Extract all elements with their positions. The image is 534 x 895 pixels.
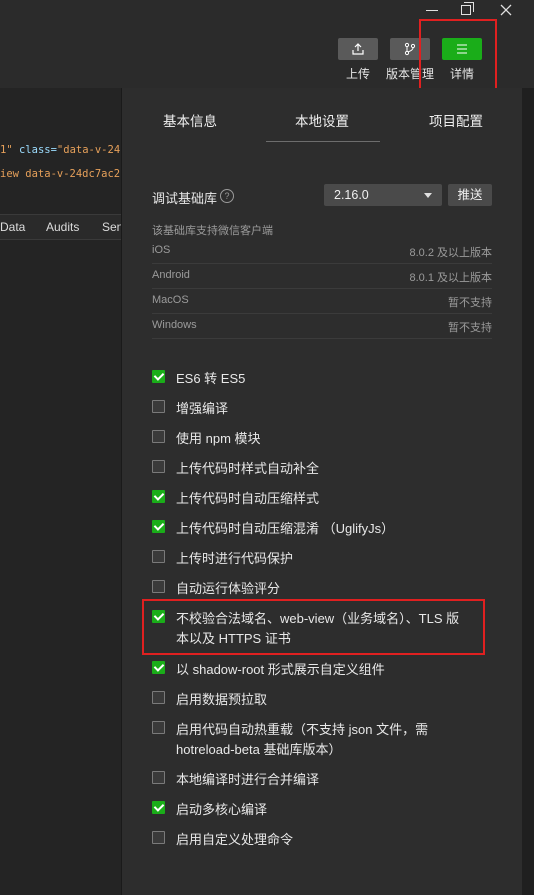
minimize-icon[interactable] xyxy=(420,0,444,20)
client-row-windows: Windows 暂不支持 xyxy=(152,313,492,339)
checkbox[interactable] xyxy=(152,430,165,443)
right-gutter xyxy=(522,88,534,895)
devtools-panel: 1" class="data-v-24 iew data-v-24dc7ac2"… xyxy=(0,88,121,895)
checkbox[interactable] xyxy=(152,801,165,814)
checkbox[interactable] xyxy=(152,520,165,533)
branch-icon xyxy=(404,42,416,56)
checkbox[interactable] xyxy=(152,831,165,844)
highlight-box-details xyxy=(419,19,497,95)
code-line-1: 1" class="data-v-24 xyxy=(0,144,121,156)
client-row-macos: MacOS 暂不支持 xyxy=(152,288,492,314)
client-row-ios: iOS 8.0.2 及以上版本 xyxy=(152,238,492,264)
tab-data[interactable]: Data xyxy=(0,220,25,234)
restore-icon[interactable] xyxy=(456,0,480,20)
checkbox[interactable] xyxy=(152,691,165,704)
tab-audits[interactable]: Audits xyxy=(46,220,79,234)
checkbox[interactable] xyxy=(152,661,165,674)
code-line-2: iew data-v-24dc7ac2" xyxy=(0,168,121,180)
help-icon[interactable]: ? xyxy=(220,189,234,203)
lib-version-select[interactable]: 2.16.0 xyxy=(324,184,442,206)
upload-label: 上传 xyxy=(346,67,371,81)
checkbox[interactable] xyxy=(152,580,165,593)
tab-basic-info[interactable]: 基本信息 xyxy=(163,110,217,130)
checkbox[interactable] xyxy=(152,460,165,473)
client-row-android: Android 8.0.1 及以上版本 xyxy=(152,263,492,289)
upload-button[interactable] xyxy=(338,38,378,60)
checkbox[interactable] xyxy=(152,721,165,734)
support-title: 该基础库支持微信客户端 xyxy=(152,225,273,237)
active-tab-underline xyxy=(266,141,380,142)
tab-project-config[interactable]: 项目配置 xyxy=(429,110,483,130)
close-icon[interactable] xyxy=(494,0,518,20)
highlight-box-domain-option xyxy=(142,599,485,655)
tab-local-settings[interactable]: 本地设置 xyxy=(295,110,349,130)
tab-sensors[interactable]: Sen xyxy=(102,220,121,234)
checkbox[interactable] xyxy=(152,490,165,503)
lib-version-value: 2.16.0 xyxy=(334,188,369,202)
upload-icon xyxy=(352,43,364,55)
top-toolbar: 上传 版本管理 详情 xyxy=(0,0,534,95)
details-panel: 基本信息 本地设置 项目配置 调试基础库 ? 2.16.0 推送 该基础库支持微… xyxy=(121,88,523,895)
checkbox[interactable] xyxy=(152,400,165,413)
push-button[interactable]: 推送 xyxy=(448,184,492,206)
chevron-down-icon xyxy=(424,193,432,198)
debug-lib-label: 调试基础库 xyxy=(152,191,218,206)
devtools-tabs: Data Audits Sen xyxy=(0,214,121,240)
checkbox[interactable] xyxy=(152,550,165,563)
checkbox[interactable] xyxy=(152,370,165,383)
checkbox[interactable] xyxy=(152,771,165,784)
